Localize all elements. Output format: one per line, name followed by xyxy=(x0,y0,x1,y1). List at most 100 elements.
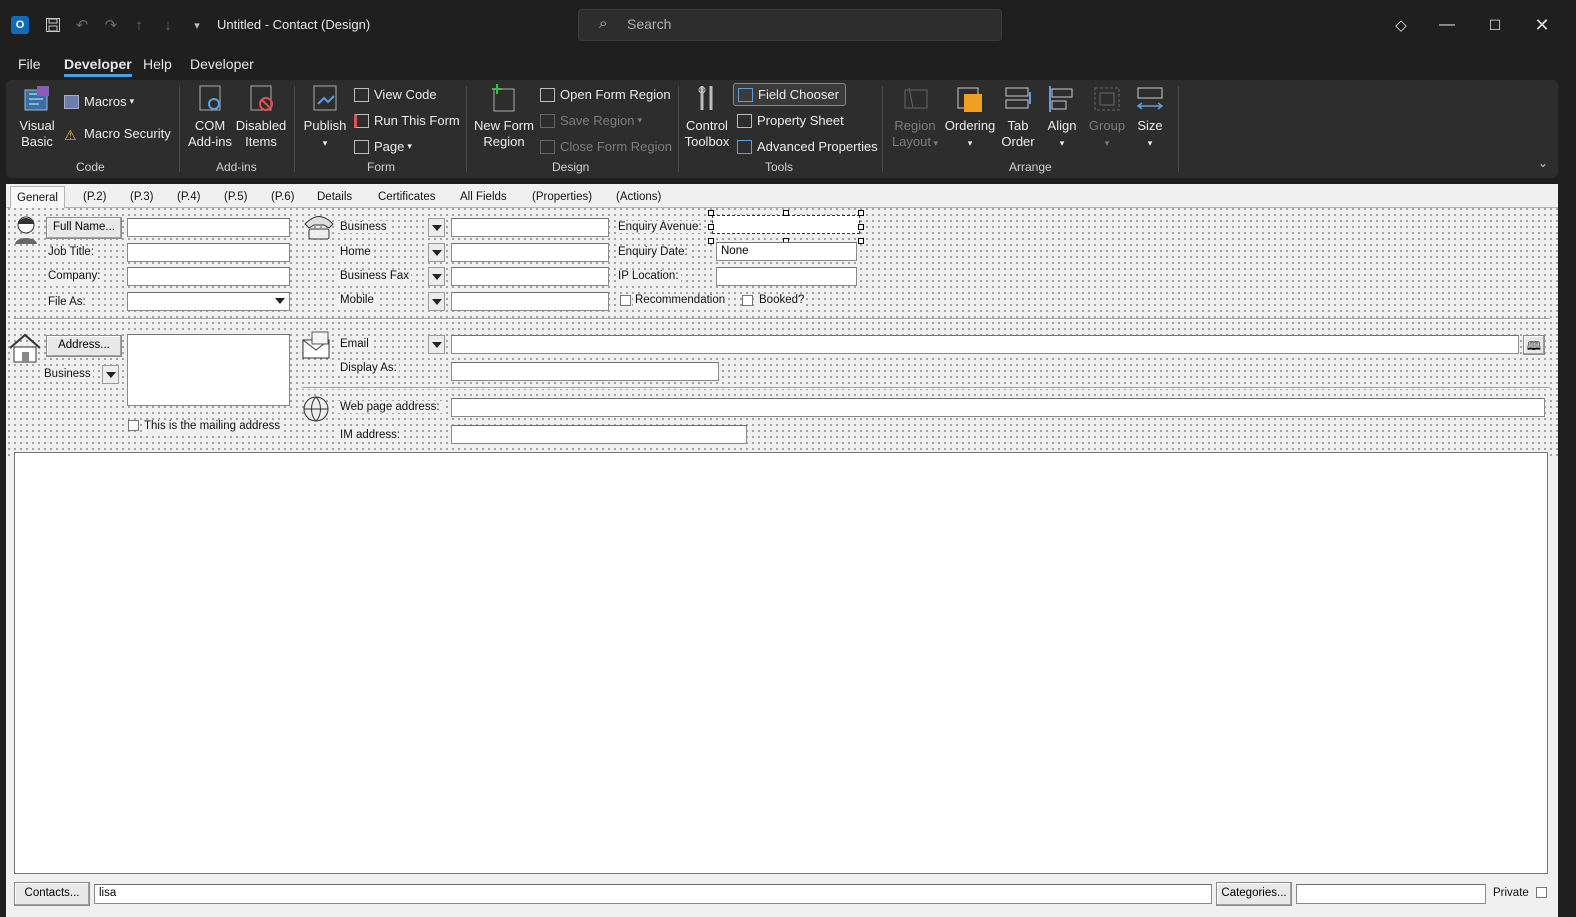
group-button[interactable]: Group ▾ xyxy=(1086,84,1128,151)
ip-location-label: IP Location: xyxy=(616,270,681,282)
advanced-properties-button[interactable]: Advanced Properties xyxy=(737,139,878,154)
tab-p6[interactable]: (P.6) xyxy=(271,191,294,203)
property-sheet-button[interactable]: Property Sheet xyxy=(737,113,844,128)
mailing-address-checkbox[interactable] xyxy=(128,420,139,431)
size-button[interactable]: Size ▾ xyxy=(1130,84,1170,151)
display-as-field[interactable] xyxy=(451,362,719,381)
ip-location-field[interactable] xyxy=(716,267,857,286)
run-this-form-button[interactable]: Run This Form xyxy=(354,113,460,128)
address-textbox[interactable] xyxy=(127,334,290,406)
phone-mobile-field[interactable] xyxy=(451,292,609,311)
booked-checkbox[interactable] xyxy=(742,295,753,306)
enquiry-date-field[interactable]: None xyxy=(716,242,857,261)
resize-handle[interactable] xyxy=(708,224,714,230)
title-bar: O ↶ ↷ ↑ ↓ ▾ Untitled - Contact (Design) … xyxy=(0,0,1576,50)
tab-p4[interactable]: (P.4) xyxy=(177,191,200,203)
full-name-button[interactable]: Full Name... xyxy=(46,217,122,239)
page-button[interactable]: Page ▾ xyxy=(354,139,412,154)
resize-handle[interactable] xyxy=(858,210,864,216)
resize-handle[interactable] xyxy=(858,238,864,244)
tab-certificates[interactable]: Certificates xyxy=(378,191,436,203)
private-checkbox[interactable] xyxy=(1536,887,1547,898)
menu-file[interactable]: File xyxy=(18,56,41,72)
phone-mobile-dropdown[interactable] xyxy=(428,292,445,311)
resize-handle[interactable] xyxy=(783,210,789,216)
tab-p3[interactable]: (P.3) xyxy=(130,191,153,203)
save-icon[interactable] xyxy=(42,14,64,36)
tab-actions[interactable]: (Actions) xyxy=(616,191,661,203)
control-toolbox-button[interactable]: Control Toolbox xyxy=(684,84,730,150)
menu-developer-active[interactable]: Developer xyxy=(64,56,132,77)
web-page-field[interactable] xyxy=(451,398,1545,417)
maximize-button[interactable]: ☐ xyxy=(1480,12,1510,38)
folder-open-icon xyxy=(540,87,555,102)
address-type-dropdown[interactable] xyxy=(102,365,119,384)
job-title-field[interactable] xyxy=(127,243,290,262)
address-book-icon[interactable]: 🕮 xyxy=(1523,335,1545,355)
arrow-down-icon[interactable]: ↓ xyxy=(157,14,179,36)
phone-business-label: Business xyxy=(338,221,389,233)
contacts-field[interactable]: lisa xyxy=(94,884,1212,904)
file-as-arrow-icon[interactable] xyxy=(272,292,289,311)
tab-p5[interactable]: (P.5) xyxy=(224,191,247,203)
phone-business-dropdown[interactable] xyxy=(428,218,445,237)
tab-properties[interactable]: (Properties) xyxy=(532,191,592,203)
tab-all-fields[interactable]: All Fields xyxy=(460,191,507,203)
email-field[interactable] xyxy=(451,335,1519,354)
file-as-dropdown[interactable] xyxy=(127,292,290,311)
company-field[interactable] xyxy=(127,267,290,286)
full-name-field[interactable] xyxy=(127,218,290,237)
undo-icon[interactable]: ↶ xyxy=(71,14,93,36)
diamond-icon[interactable]: ◇ xyxy=(1386,12,1416,38)
address-button[interactable]: Address... xyxy=(46,335,122,357)
categories-field[interactable] xyxy=(1296,884,1486,904)
resize-handle[interactable] xyxy=(708,238,714,244)
save-region-button[interactable]: Save Region ▾ xyxy=(540,113,642,128)
menu-help[interactable]: Help xyxy=(143,56,172,72)
enquiry-avenue-field-selected[interactable] xyxy=(712,215,860,234)
menu-developer[interactable]: Developer xyxy=(190,56,254,72)
redo-icon[interactable]: ↷ xyxy=(100,14,122,36)
tab-general[interactable]: General xyxy=(10,186,65,208)
phone-fax-dropdown[interactable] xyxy=(428,267,445,286)
disabled-items-button[interactable]: Disabled Items xyxy=(235,84,287,150)
phone-business-field[interactable] xyxy=(451,218,609,237)
ordering-button[interactable]: Ordering ▾ xyxy=(944,84,996,151)
email-envelope-icon xyxy=(302,331,330,359)
separator xyxy=(294,86,295,172)
resize-handle[interactable] xyxy=(708,210,714,216)
region-layout-button[interactable]: Region Layout ▾ xyxy=(890,84,940,151)
im-address-field[interactable] xyxy=(451,425,747,444)
resize-handle[interactable] xyxy=(858,224,864,230)
macro-security-button[interactable]: ⚠ Macro Security xyxy=(64,126,171,143)
minimize-button[interactable]: — xyxy=(1432,12,1462,38)
phone-home-field[interactable] xyxy=(451,243,609,262)
job-title-label: Job Title: xyxy=(46,246,97,258)
close-button[interactable]: ✕ xyxy=(1527,12,1557,38)
open-form-region-button[interactable]: Open Form Region xyxy=(540,87,671,102)
categories-button[interactable]: Categories... xyxy=(1216,882,1292,906)
tab-order-button[interactable]: Tab Order xyxy=(999,84,1037,150)
notes-area[interactable] xyxy=(14,452,1548,874)
com-addins-button[interactable]: COM Add-ins xyxy=(187,84,233,150)
publish-button[interactable]: Publish ▾ xyxy=(302,84,348,151)
field-chooser-button[interactable]: Field Chooser xyxy=(733,83,846,106)
search-input[interactable]: ⌕ Search xyxy=(578,9,1002,41)
close-form-region-button[interactable]: Close Form Region xyxy=(540,139,672,154)
phone-fax-field[interactable] xyxy=(451,267,609,286)
collapse-ribbon-icon[interactable]: ⌄ xyxy=(1538,156,1548,170)
recommendation-checkbox[interactable] xyxy=(620,295,631,306)
new-form-region-button[interactable]: New Form Region xyxy=(474,84,534,150)
tab-details[interactable]: Details xyxy=(317,191,352,203)
arrow-up-icon[interactable]: ↑ xyxy=(128,14,150,36)
company-label: Company: xyxy=(46,270,103,282)
view-code-button[interactable]: View Code xyxy=(354,87,437,102)
align-button[interactable]: Align ▾ xyxy=(1042,84,1082,151)
customize-qat-icon[interactable]: ▾ xyxy=(186,14,208,36)
macros-button[interactable]: Macros ▾ xyxy=(64,94,134,109)
tab-p2[interactable]: (P.2) xyxy=(83,191,106,203)
visual-basic-button[interactable]: Visual Basic xyxy=(16,84,58,150)
phone-home-dropdown[interactable] xyxy=(428,243,445,262)
email-type-dropdown[interactable] xyxy=(428,335,445,354)
contacts-button[interactable]: Contacts... xyxy=(14,882,90,906)
